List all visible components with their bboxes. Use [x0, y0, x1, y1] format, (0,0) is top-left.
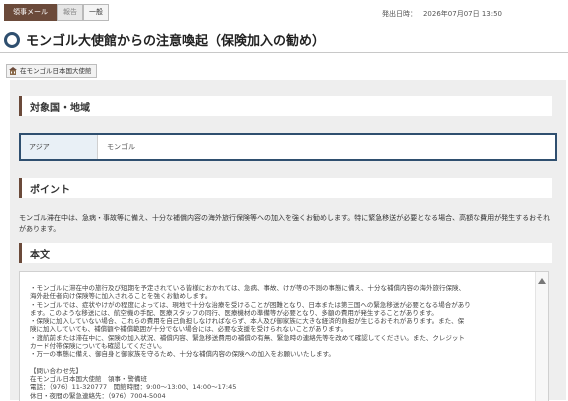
body-line: 険に加入していても、補償額や補償範囲が十分でない場合には、必要な支援を受けられな… — [30, 325, 347, 334]
embassy-label: 在モンゴル日本国大使館 — [20, 67, 92, 75]
point-heading-text: ポイント — [30, 185, 70, 196]
region-section-heading: 対象国・地域 — [19, 96, 552, 116]
contact-line: 電話：（976）11-320777 開館時間：9:00～13:00、14:00～… — [30, 383, 237, 392]
tab-report[interactable]: 報告 — [57, 4, 83, 21]
region-cell: アジア — [21, 135, 98, 159]
body-text-box[interactable]: ・モンゴルに滞在中の旅行及び短期を予定されている皆様におかれては、急病、事故、け… — [19, 271, 549, 401]
title-row: モンゴル大使館からの注意喚起（保険加入の勧め） — [4, 30, 325, 49]
issued-datetime: 発出日時： 2026年07月07日 13:50 — [382, 9, 502, 19]
contact-line: 【問い合わせ先】 — [30, 366, 82, 375]
page-title: モンゴル大使館からの注意喚起（保険加入の勧め） — [26, 34, 326, 49]
tab-general[interactable]: 一般 — [83, 4, 109, 21]
issued-label: 発出日時： — [381, 10, 417, 18]
mail-type-tabs: 領事メール 報告 一般 — [4, 4, 109, 21]
point-text: モンゴル滞在中は、急病・事故等に備え、十分な補償内容の海外旅行保険等への加入を強… — [19, 214, 551, 233]
title-divider — [0, 52, 568, 53]
vertical-scrollbar[interactable] — [535, 272, 548, 401]
title-circle-icon — [4, 31, 20, 48]
scroll-up-arrow-icon[interactable] — [538, 278, 546, 284]
point-section-heading: ポイント — [19, 178, 552, 198]
country-name: モンゴル — [107, 143, 135, 151]
body-heading-text: 本文 — [30, 250, 50, 261]
region-heading-text: 対象国・地域 — [30, 103, 90, 114]
body-line: ・モンゴルでは、症状やけがの程度によっては、現地で十分な治療を受けることが困難と… — [30, 300, 471, 309]
body-text: ・モンゴルに滞在中の旅行及び短期を予定されている皆様におかれては、急病、事故、け… — [30, 284, 530, 400]
body-line: ・万一の事態に備え、御自身と御家族を守るため、十分な補償内容の保険への加入をお願… — [30, 350, 335, 359]
issued-value: 2026年07月07日 13:50 — [422, 10, 502, 18]
content-area: 対象国・地域 アジア モンゴル ポイント モンゴル滞在中は、急病・事故等に備え、… — [10, 80, 566, 401]
region-name: アジア — [29, 143, 50, 151]
country-table: アジア モンゴル — [19, 133, 557, 161]
body-line: ・渡航前または滞在中に、保険の加入状況、補償内容、緊急移送費用の補償の有無、緊急… — [30, 333, 465, 342]
contact-line: 休日・夜間の緊急連絡先：（976）7004-5004 — [30, 391, 166, 400]
tab-consular-mail[interactable]: 領事メール — [4, 4, 57, 21]
body-line: ます。このような移送には、航空機の手配、医療スタッフの同行、医療機材の準備等が必… — [30, 308, 438, 317]
body-section-heading: 本文 — [19, 243, 552, 263]
building-icon — [9, 67, 17, 75]
embassy-link[interactable]: 在モンゴル日本国大使館 — [6, 64, 97, 78]
body-line: 海外赴任者向け保険等に加入されることを強くお勧めします。 — [30, 292, 212, 301]
